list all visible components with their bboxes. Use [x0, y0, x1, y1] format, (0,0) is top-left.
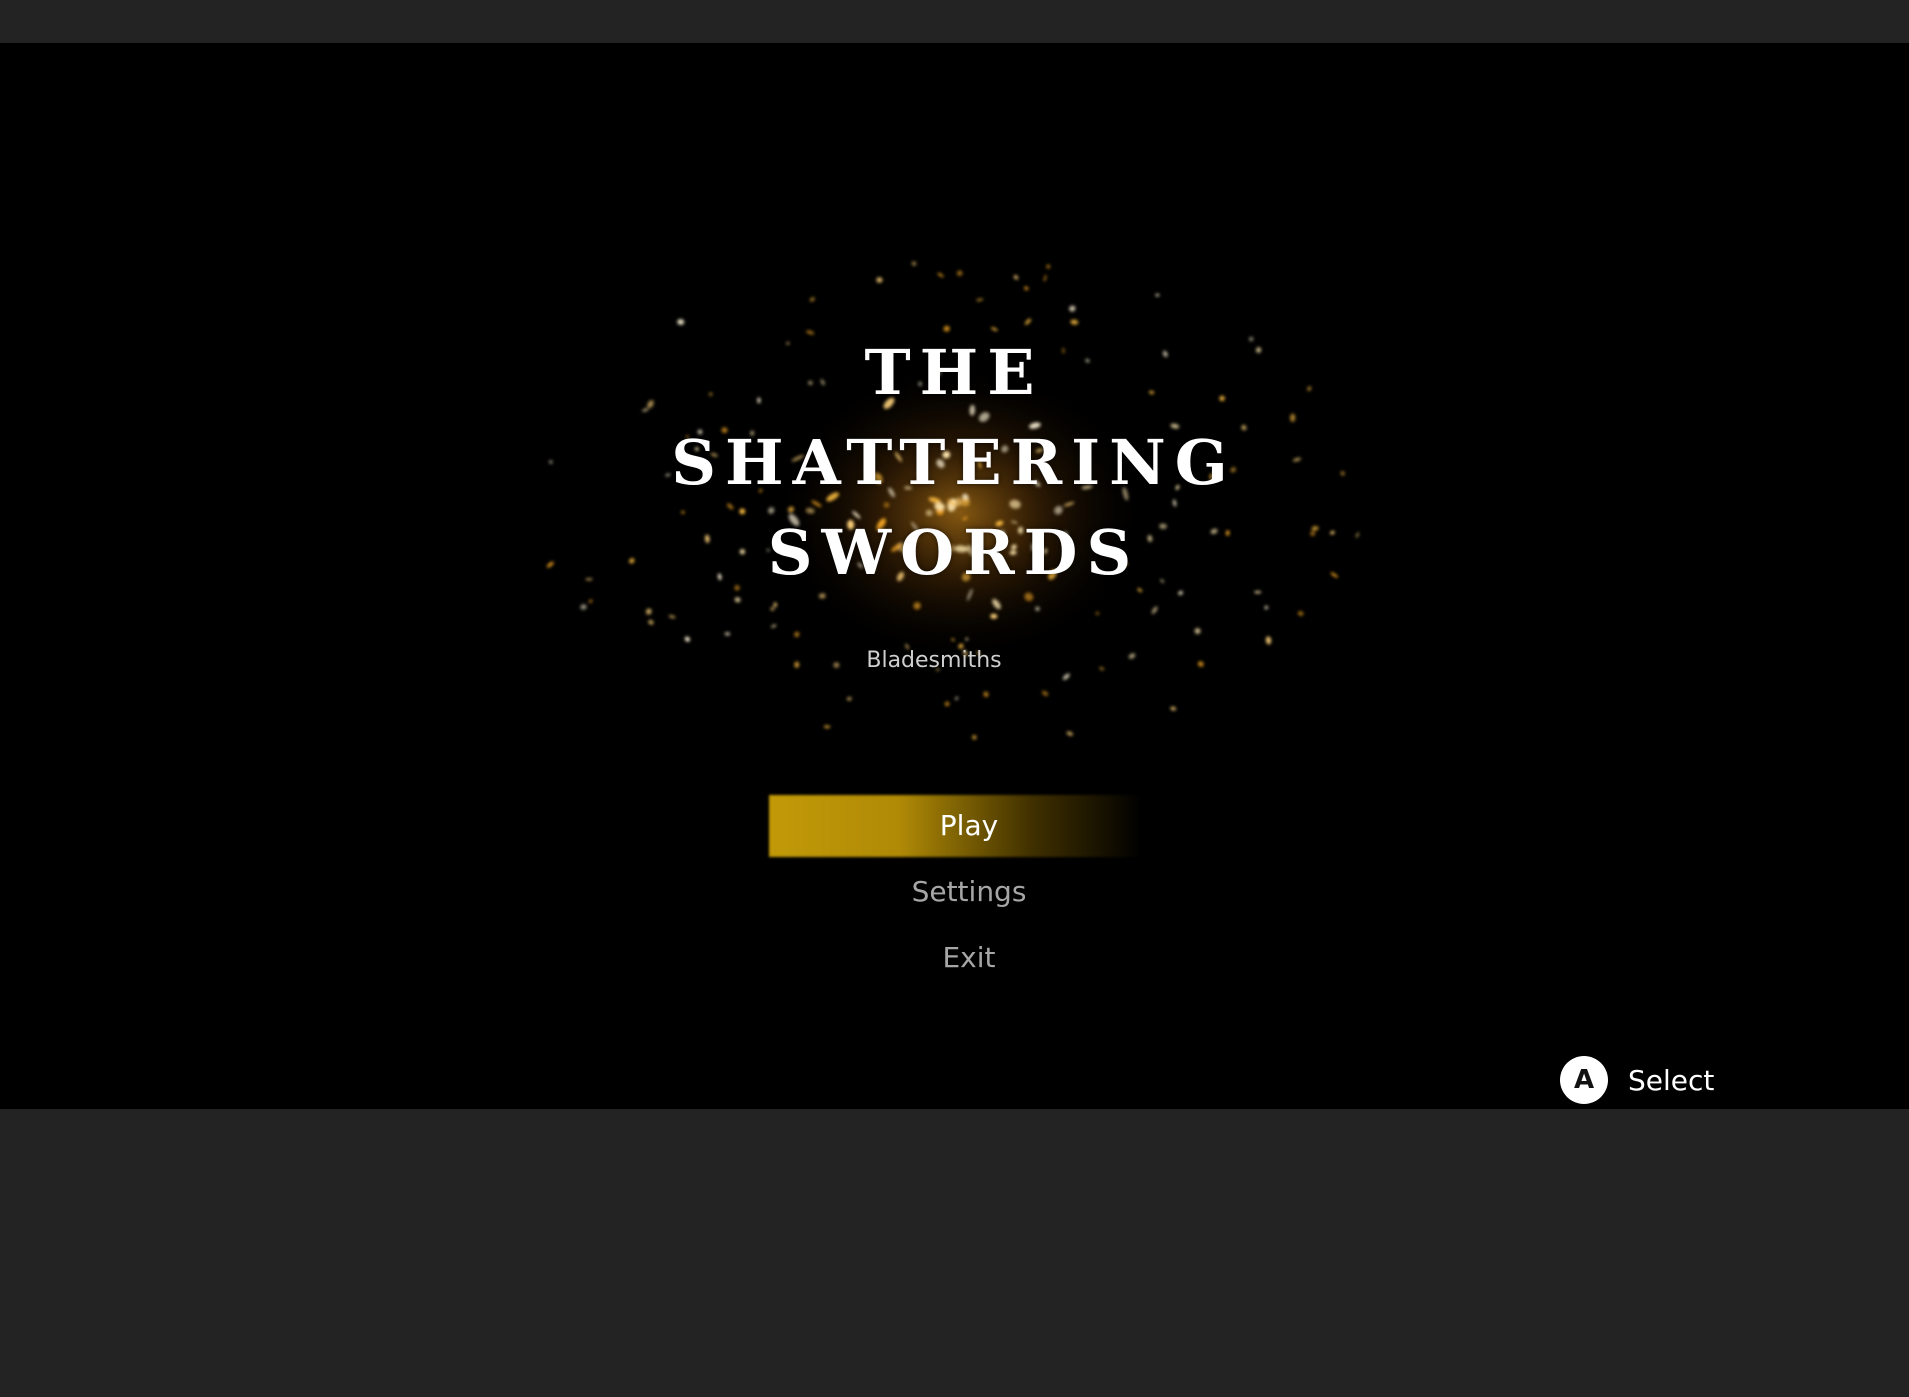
spark-particle — [846, 696, 852, 701]
spark-particle — [588, 599, 593, 603]
spark-particle — [1013, 275, 1019, 280]
spark-particle — [724, 632, 731, 636]
spark-particle — [648, 619, 654, 625]
spark-particle — [1070, 319, 1079, 325]
play-button[interactable]: Play — [769, 789, 1169, 857]
spark-particle — [937, 272, 944, 278]
spark-particle — [1340, 471, 1345, 476]
spark-particle — [1307, 386, 1312, 391]
spark-particle — [1297, 611, 1304, 616]
spark-particle — [1155, 293, 1160, 297]
spark-particle — [983, 691, 989, 697]
spark-particle — [1290, 413, 1296, 422]
spark-particle — [911, 261, 917, 266]
title-line-1: THE — [864, 336, 1044, 409]
exit-label: Exit — [942, 940, 996, 974]
spark-particle — [1041, 690, 1049, 696]
spark-particle — [1043, 274, 1047, 282]
spark-particle — [1265, 636, 1272, 645]
spark-particle — [645, 608, 652, 615]
spark-particle — [668, 615, 676, 619]
spark-particle — [1311, 526, 1319, 531]
spark-particle — [1024, 286, 1029, 291]
spark-particle — [1330, 572, 1339, 578]
title-line-2: SHATTERING — [671, 426, 1237, 499]
select-hint-label: Select — [1628, 1063, 1715, 1097]
spark-particle — [1264, 605, 1269, 610]
spark-particle — [1310, 531, 1316, 537]
spark-particle — [585, 578, 593, 581]
spark-particle — [770, 606, 775, 611]
spark-particle — [944, 701, 950, 707]
spark-particle — [1255, 347, 1262, 353]
spark-particle — [1046, 264, 1051, 269]
spark-particle — [1330, 530, 1335, 535]
spark-particle — [677, 319, 685, 325]
title-line-3: SWORDS — [767, 516, 1141, 589]
spark-particle — [771, 624, 777, 628]
spark-particle — [642, 408, 649, 412]
spark-particle — [629, 558, 635, 564]
settings-label: Settings — [911, 874, 1027, 908]
spark-particle — [1254, 591, 1262, 594]
exit-button[interactable]: Exit — [769, 921, 1169, 987]
spark-particle — [549, 460, 553, 464]
spark-particle — [773, 602, 777, 607]
spark-particle — [1128, 653, 1136, 659]
spark-particle — [876, 277, 883, 283]
game-viewport: THE SHATTERING SWORDS Bladesmiths Play S… — [0, 43, 1909, 1109]
page-frame: THE SHATTERING SWORDS Bladesmiths Play S… — [0, 0, 1909, 1397]
spark-particle — [794, 661, 800, 668]
spark-particle — [972, 734, 977, 740]
main-menu: Play Settings Exit — [769, 789, 1169, 987]
spark-particle — [794, 631, 800, 638]
spark-particle — [955, 696, 959, 700]
settings-button[interactable]: Settings — [769, 855, 1169, 921]
spark-particle — [956, 270, 963, 276]
spark-particle — [1151, 606, 1158, 614]
spark-particle — [684, 636, 690, 642]
spark-particle — [1099, 666, 1105, 671]
spark-particle — [1062, 673, 1070, 680]
spark-particle — [1170, 706, 1177, 711]
a-button-icon: A — [1560, 1056, 1608, 1104]
spark-particle — [546, 561, 554, 568]
spark-particle — [1355, 532, 1360, 538]
play-label: Play — [939, 808, 999, 842]
spark-particle — [1069, 305, 1076, 312]
spark-particle — [1066, 731, 1074, 736]
spark-particle — [976, 298, 984, 302]
spark-particle — [1292, 457, 1302, 462]
select-hint: A Select — [1560, 1056, 1714, 1104]
spark-particle — [809, 297, 815, 302]
studio-name: Bladesmiths — [866, 648, 1002, 673]
spark-particle — [580, 604, 587, 610]
spark-particle — [1194, 628, 1201, 634]
spark-particle — [1197, 661, 1204, 667]
spark-particle — [1024, 318, 1032, 325]
game-title: THE SHATTERING SWORDS — [654, 328, 1254, 598]
spark-particle — [823, 725, 831, 729]
